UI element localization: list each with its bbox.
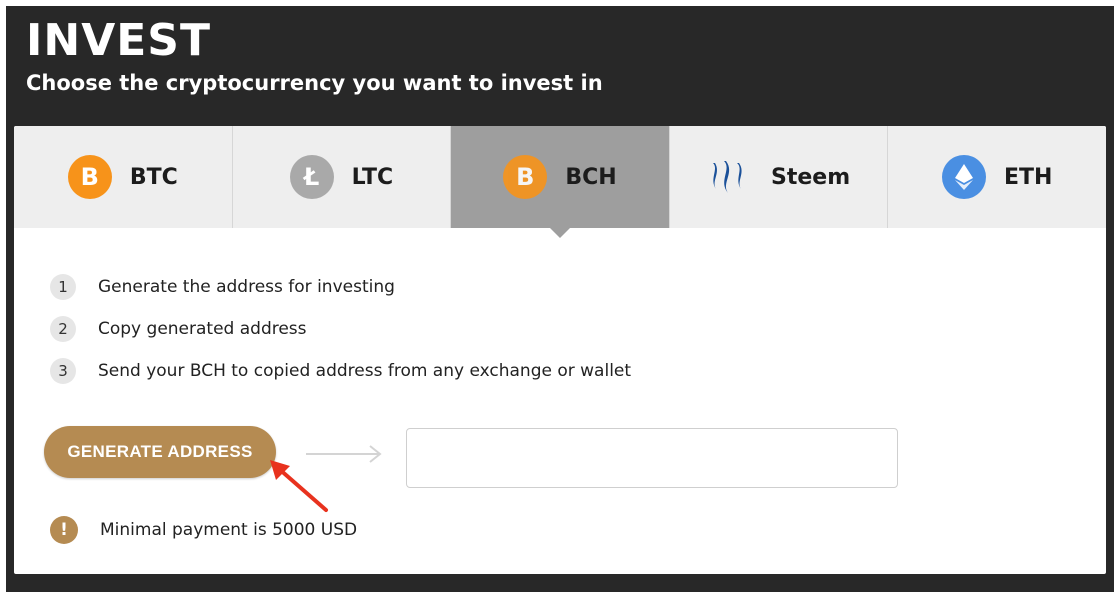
step-number: 3 <box>50 358 76 384</box>
notice-text: Minimal payment is 5000 USD <box>100 520 358 540</box>
tab-eth[interactable]: ETH <box>888 126 1106 228</box>
tab-bch[interactable]: B BCH <box>451 126 670 238</box>
step-item: 1 Generate the address for investing <box>50 266 631 308</box>
step-text: Generate the address for investing <box>98 277 395 297</box>
page-subtitle: Choose the cryptocurrency you want to in… <box>26 71 603 95</box>
currency-tabs: B BTC Ł LTC B BCH Steem ETH <box>14 126 1106 238</box>
steem-icon <box>707 155 753 199</box>
tab-label: LTC <box>351 164 394 190</box>
tab-label: ETH <box>1003 164 1053 190</box>
step-number: 2 <box>50 316 76 342</box>
litecoin-icon: Ł <box>289 155 334 199</box>
warning-icon: ! <box>50 516 78 544</box>
tab-steem[interactable]: Steem <box>670 126 889 228</box>
step-item: 2 Copy generated address <box>50 308 631 350</box>
bitcoin-cash-icon: B <box>503 155 548 199</box>
step-number: 1 <box>50 274 76 300</box>
tab-ltc[interactable]: Ł LTC <box>233 126 452 228</box>
step-text: Send your BCH to copied address from any… <box>98 361 632 381</box>
tab-btc[interactable]: B BTC <box>14 126 233 228</box>
invest-card: B BTC Ł LTC B BCH Steem ETH 1 Generate t… <box>14 126 1106 574</box>
minimum-payment-notice: ! Minimal payment is 5000 USD <box>50 516 357 544</box>
step-text: Copy generated address <box>98 319 307 339</box>
tab-label: BCH <box>565 164 617 190</box>
step-item: 3 Send your BCH to copied address from a… <box>50 350 631 392</box>
instruction-steps: 1 Generate the address for investing 2 C… <box>50 266 631 392</box>
bitcoin-icon: B <box>67 155 112 199</box>
invest-panel: INVEST Choose the cryptocurrency you wan… <box>6 6 1114 592</box>
tab-label: BTC <box>129 164 178 190</box>
generate-address-button[interactable]: GENERATE ADDRESS <box>44 426 276 478</box>
address-field[interactable] <box>406 428 898 488</box>
tab-label: Steem <box>771 164 851 190</box>
ethereum-icon <box>941 155 986 199</box>
annotation-arrow-icon <box>270 460 328 512</box>
page-title: INVEST <box>26 15 212 66</box>
